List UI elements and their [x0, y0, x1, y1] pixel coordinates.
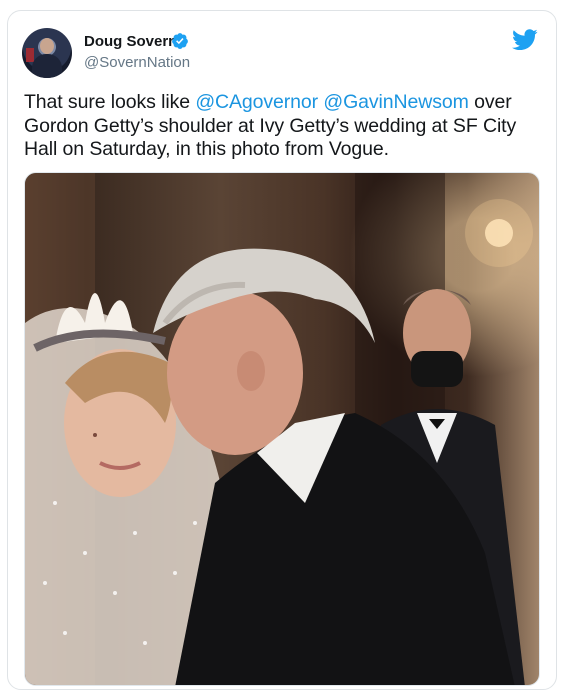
tweet-card[interactable]: Doug Sovern @SovernNation That sure look… — [7, 10, 557, 690]
verified-badge-icon — [172, 33, 188, 49]
avatar-body-shape — [32, 54, 62, 78]
wedding-photo-illustration — [25, 173, 533, 685]
avatar-head-shape — [40, 38, 54, 54]
mention-link-cagovernor[interactable]: @CAgovernor — [195, 91, 318, 113]
tweet-text-part: That sure looks like — [24, 91, 196, 113]
author-handle[interactable]: @SovernNation — [84, 54, 190, 71]
author-display-name[interactable]: Doug Sovern — [84, 33, 177, 50]
author-avatar[interactable] — [22, 28, 72, 78]
tweet-photo[interactable] — [24, 172, 540, 686]
tweet-body-text: That sure looks like @CAgovernor @GavinN… — [24, 91, 544, 162]
twitter-bird-icon[interactable] — [512, 29, 538, 51]
avatar-flag-shape — [26, 48, 34, 62]
mention-link-gavinnewsom[interactable]: @GavinNewsom — [323, 91, 468, 113]
